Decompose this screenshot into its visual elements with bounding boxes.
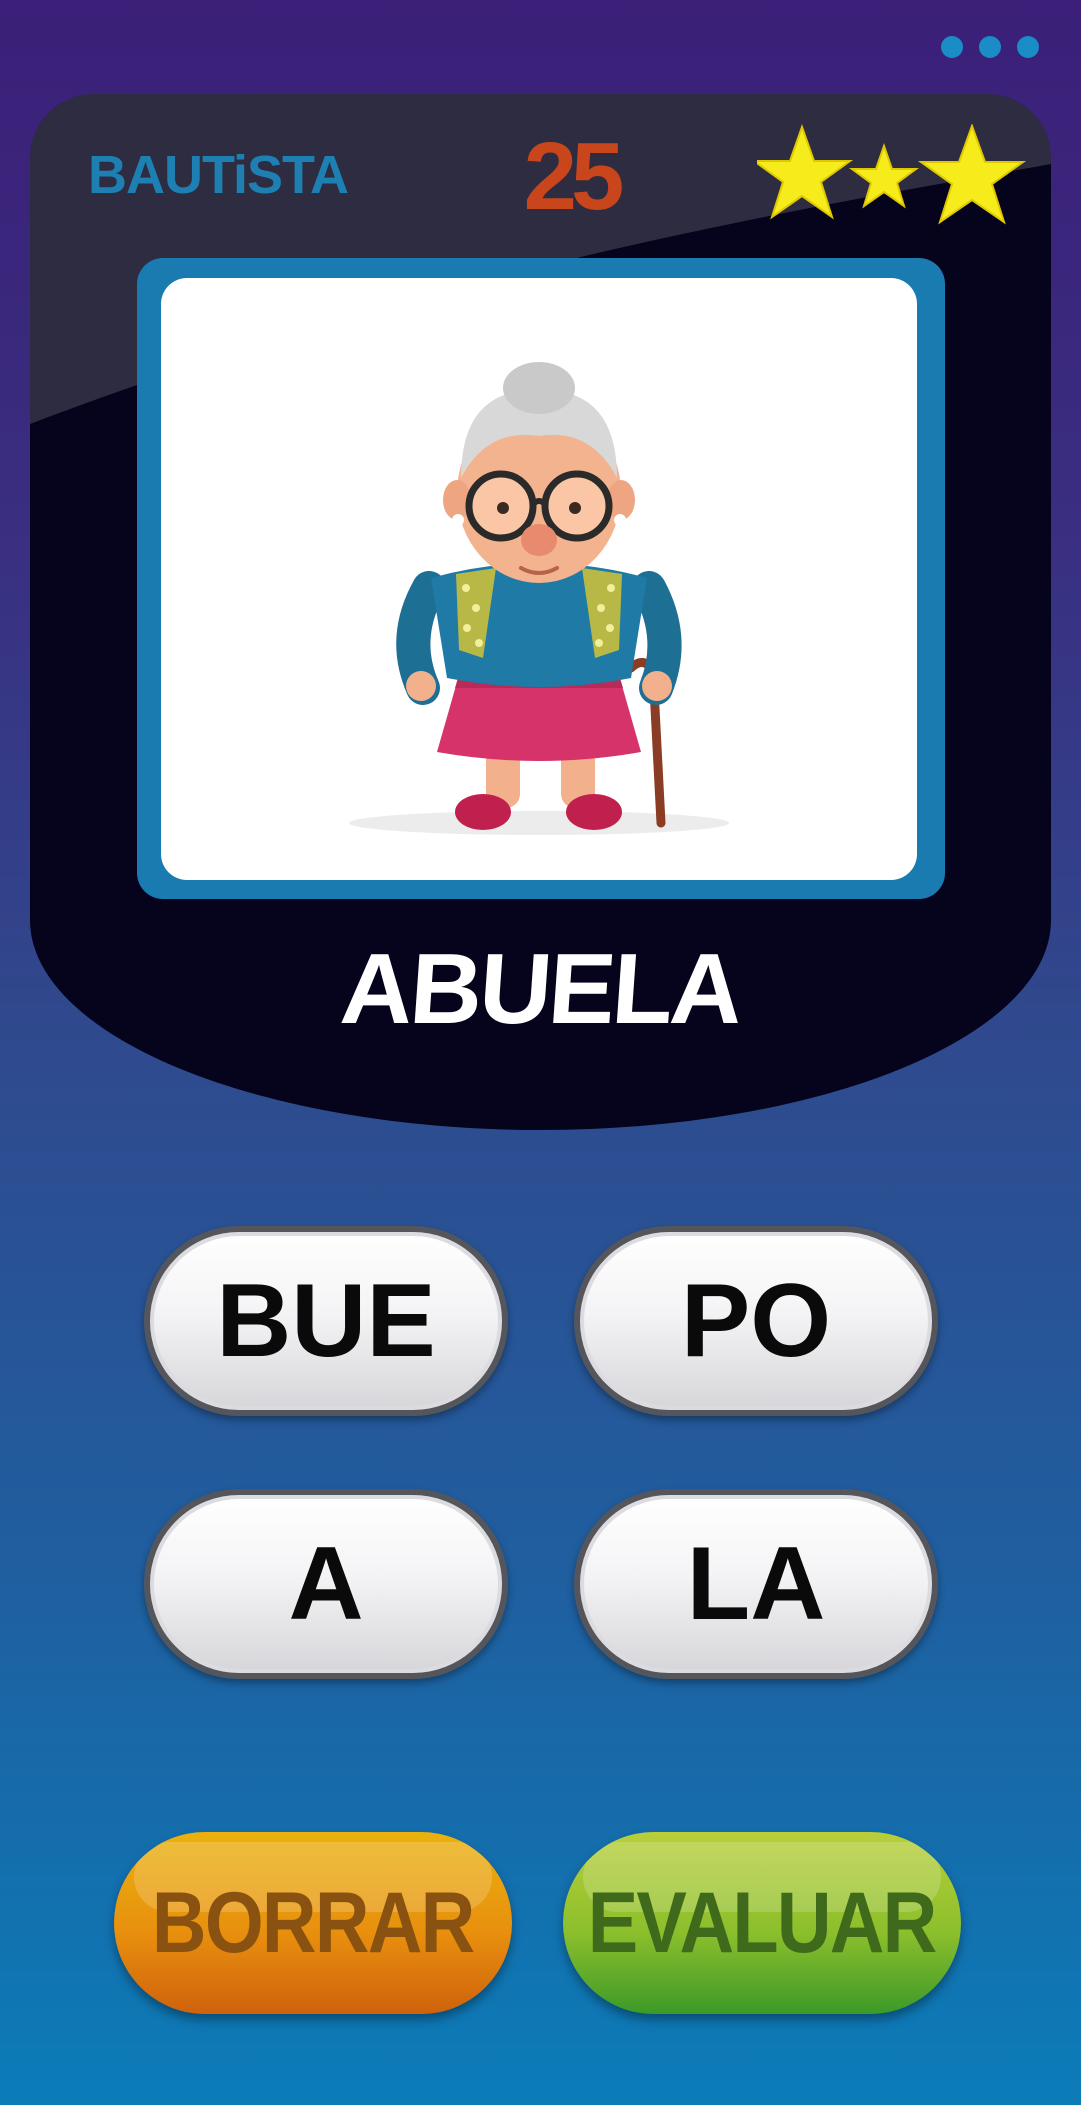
score: 25 [523, 123, 625, 230]
star-icon [917, 124, 1027, 225]
target-word: ABUELA [337, 933, 744, 1045]
star-icon [757, 124, 854, 220]
dot [941, 36, 963, 58]
star-rating [757, 124, 1027, 225]
grandmother-illustration [349, 362, 729, 835]
dot [979, 36, 1001, 58]
clear-button[interactable]: BORRAR [114, 1832, 512, 2014]
syllable-button[interactable]: A [144, 1489, 508, 1679]
dot [1017, 36, 1039, 58]
evaluate-button-label: EVALUAR [588, 1874, 938, 1971]
syllable-button[interactable]: BUE [144, 1226, 508, 1416]
clear-button-label: BORRAR [152, 1874, 475, 1971]
syllable-button[interactable]: LA [574, 1489, 938, 1679]
picture-card-frame [137, 258, 945, 899]
game-screen: BAUTiSTA 25 ABUELA [30, 94, 1051, 1130]
picture-card [161, 278, 917, 880]
player-name: BAUTiSTA [88, 145, 349, 205]
evaluate-button[interactable]: EVALUAR [563, 1832, 961, 2014]
star-icon [848, 142, 920, 209]
syllable-button[interactable]: PO [574, 1226, 938, 1416]
more-dots-icon[interactable] [941, 36, 1039, 58]
